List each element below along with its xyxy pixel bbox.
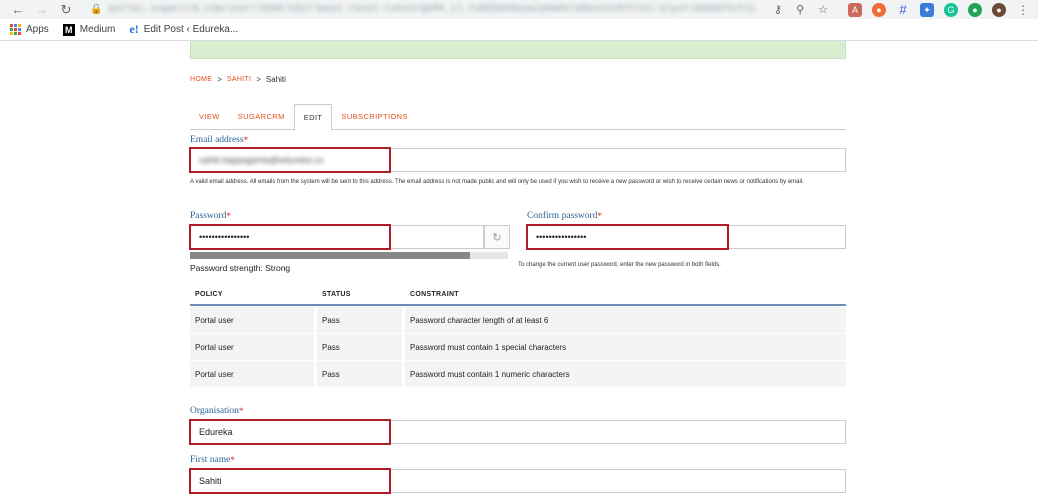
status-message-banner [190, 41, 846, 59]
star-icon[interactable]: ☆ [818, 3, 828, 16]
policy-cell: Portal user [190, 307, 317, 333]
first-name-label-text: First name [190, 455, 231, 465]
breadcrumb-home[interactable]: HOME [190, 76, 212, 83]
breadcrumb-separator: > [217, 75, 222, 84]
organisation-label-text: Organisation [190, 406, 239, 416]
password-strength-text: Password strength: Strong [190, 263, 291, 273]
extensions-bar: A ● # ✦ G ● ● ⋮ [848, 2, 1030, 17]
required-marker: * [238, 406, 244, 416]
password-label: Password* [190, 211, 231, 221]
pdf-extension-icon[interactable]: A [848, 2, 862, 17]
password-policy-table: POLICY STATUS CONSTRAINT Portal user Pas… [190, 284, 846, 387]
first-name-highlight-box [189, 468, 391, 494]
confirm-password-label: Confirm password* [527, 211, 602, 221]
medium-icon: M [62, 23, 75, 36]
zoom-icon[interactable]: ⚲ [796, 3, 804, 16]
column-header-status: STATUS [322, 290, 351, 298]
avatar[interactable]: ● [992, 2, 1006, 17]
bookmarks-bar: Apps M Medium e! Edit Post ‹ Edureka... [0, 19, 1038, 41]
bookmark-edureka[interactable]: e! Edit Post ‹ Edureka... [129, 22, 238, 37]
breadcrumb-current: Sahiti [265, 75, 286, 84]
url-text: portal.sugarcrm.com/user/1568/edit?pass-… [108, 4, 757, 15]
refresh-icon: ↻ [492, 231, 502, 244]
grammarly-icon[interactable]: G [944, 2, 958, 17]
required-marker: * [230, 455, 235, 465]
required-marker: * [597, 211, 602, 221]
required-marker: * [243, 135, 249, 145]
breadcrumb: HOME > SAHITI > Sahiti [190, 75, 286, 84]
confirm-password-label-text: Confirm password [527, 211, 598, 221]
back-arrow-icon[interactable]: ← [6, 0, 30, 19]
email-label: Email address* [190, 135, 248, 145]
edureka-icon: e! [129, 22, 139, 36]
breadcrumb-separator: > [256, 75, 261, 84]
reload-icon[interactable]: ↻ [54, 0, 78, 19]
password-label-text: Password [190, 211, 227, 221]
bookmark-medium[interactable]: M Medium [62, 23, 116, 36]
apps-grid-icon [10, 24, 21, 35]
tab-view[interactable]: VIEW [190, 104, 229, 130]
policy-cell: Portal user [190, 334, 317, 360]
forward-arrow-icon[interactable]: → [30, 0, 54, 19]
constraint-cell: Password must contain 1 numeric characte… [410, 369, 570, 379]
status-cell: Pass [317, 361, 405, 387]
generate-password-button[interactable]: ↻ [484, 225, 510, 249]
required-marker: * [226, 211, 231, 221]
hashtag-extension-icon[interactable]: # [896, 2, 910, 17]
bookmark-label: Edit Post ‹ Edureka... [143, 24, 239, 35]
key-icon[interactable]: ⚷ [774, 3, 782, 16]
browser-toolbar: ← → ↻ 🔒 portal.sugarcrm.com/user/1568/ed… [0, 0, 1038, 19]
lock-icon: 🔒 [90, 4, 103, 15]
column-header-constraint: CONSTRAINT [410, 290, 459, 298]
confirm-password-highlight-box [526, 224, 729, 250]
green-extension-icon[interactable]: ● [968, 2, 982, 17]
tab-edit[interactable]: EDIT [293, 104, 333, 131]
address-bar[interactable]: 🔒 portal.sugarcrm.com/user/1568/edit?pas… [84, 0, 834, 19]
orange-extension-icon[interactable]: ● [872, 2, 886, 17]
table-header: POLICY STATUS CONSTRAINT [190, 284, 846, 306]
policy-cell: Portal user [190, 361, 317, 387]
email-label-text: Email address [190, 135, 244, 145]
password-highlight-box [189, 224, 391, 250]
tab-subscriptions[interactable]: SUBSCRIPTIONS [332, 104, 416, 130]
password-strength-fill [190, 252, 470, 259]
bookmark-apps[interactable]: Apps [10, 24, 49, 35]
constraint-cell: Password character length of at least 6 [410, 315, 549, 325]
color-extension-icon[interactable]: ✦ [920, 2, 934, 17]
status-cell: Pass [317, 307, 405, 333]
breadcrumb-parent[interactable]: SAHITI [227, 76, 251, 83]
constraint-cell: Password must contain 1 special characte… [410, 342, 567, 352]
column-header-policy: POLICY [195, 290, 223, 298]
first-name-label: First name* [190, 455, 235, 465]
bookmark-label: Apps [26, 24, 49, 35]
organisation-highlight-box [189, 419, 391, 445]
confirm-password-help-text: To change the current user password, ent… [518, 262, 721, 268]
table-row: Portal user Pass Password must contain 1… [190, 361, 846, 387]
page-content: HOME > SAHITI > Sahiti VIEW SUGARCRM EDI… [0, 41, 1038, 499]
password-strength-bar [190, 252, 508, 259]
menu-dots-icon[interactable]: ⋮ [1016, 3, 1030, 17]
email-help-text: A valid email address. All emails from t… [190, 179, 804, 185]
tab-bar: VIEW SUGARCRM EDIT SUBSCRIPTIONS [190, 104, 846, 131]
bookmark-label: Medium [79, 24, 116, 35]
table-row: Portal user Pass Password character leng… [190, 307, 846, 333]
email-highlight-box [189, 147, 391, 173]
organisation-label: Organisation* [190, 406, 243, 416]
status-cell: Pass [317, 334, 405, 360]
tab-sugarcrm[interactable]: SUGARCRM [229, 104, 294, 130]
table-row: Portal user Pass Password must contain 1… [190, 334, 846, 360]
